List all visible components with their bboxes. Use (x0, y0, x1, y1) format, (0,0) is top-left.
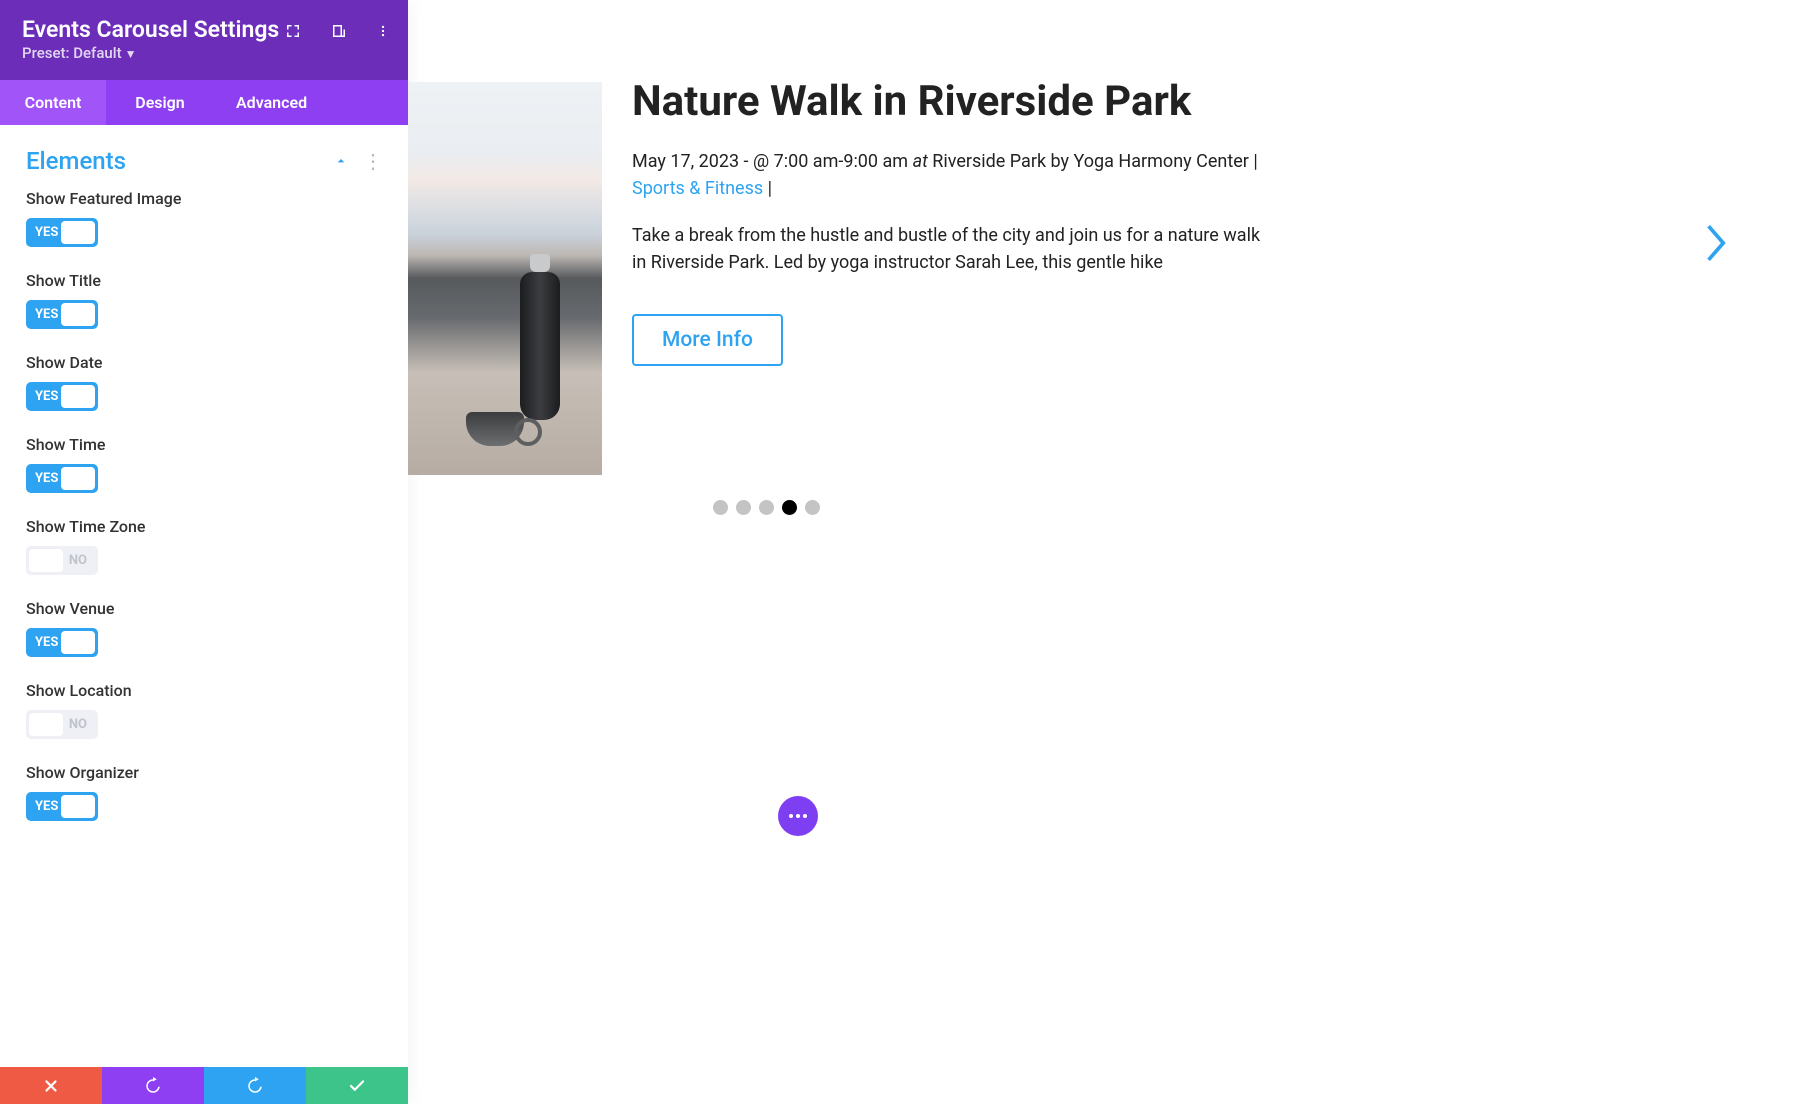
toggle-handle (61, 795, 95, 818)
carousel-dot-1[interactable] (736, 500, 751, 515)
toggle-text: NO (69, 717, 87, 732)
event-featured-image[interactable] (408, 82, 602, 475)
toggle-text: YES (35, 635, 58, 650)
setting-label: Show Organizer (26, 763, 382, 782)
meta-sep: - (744, 151, 753, 172)
setting-label: Show Time Zone (26, 517, 382, 536)
tab-content[interactable]: Content (0, 80, 106, 125)
toggle-text: YES (35, 225, 58, 240)
setting-show-date: Show Date YES (0, 353, 408, 435)
preview-area: Nature Walk in Riverside Park May 17, 20… (408, 0, 1800, 1104)
preset-dropdown[interactable]: Preset: Default▼ (22, 43, 386, 62)
toggle-handle (61, 221, 95, 244)
save-button[interactable] (306, 1067, 408, 1104)
section-header-elements[interactable]: Elements ⋮ (0, 125, 408, 189)
expand-icon[interactable] (284, 22, 302, 40)
event-time: @ 7:00 am-9:00 am (753, 151, 908, 172)
page-actions-button[interactable] (778, 796, 818, 836)
event-organizer: Yoga Harmony Center (1074, 151, 1249, 172)
carousel-dots (713, 500, 820, 515)
chevron-right-icon (1704, 222, 1730, 264)
dots-icon (803, 814, 807, 818)
check-icon (348, 1077, 366, 1095)
settings-sidebar: Events Carousel Settings Preset: Default… (0, 0, 408, 1104)
settings-body: Elements ⋮ Show Featured Image YES Show … (0, 125, 408, 1067)
toggle-show-time[interactable]: YES (26, 464, 98, 493)
tab-design[interactable]: Design (106, 80, 214, 125)
setting-label: Show Venue (26, 599, 382, 618)
setting-show-location: Show Location NO (0, 681, 408, 763)
event-date: May 17, 2023 (632, 151, 739, 172)
carousel-dot-3[interactable] (782, 500, 797, 515)
cancel-button[interactable] (0, 1067, 102, 1104)
toggle-handle (29, 713, 63, 736)
setting-show-time-zone: Show Time Zone NO (0, 517, 408, 599)
toggle-show-title[interactable]: YES (26, 300, 98, 329)
toggle-text: YES (35, 307, 58, 322)
toggle-text: YES (35, 471, 58, 486)
carousel-dot-0[interactable] (713, 500, 728, 515)
toggle-text: NO (69, 553, 87, 568)
toggle-show-time-zone[interactable]: NO (26, 546, 98, 575)
event-description: Take a break from the hustle and bustle … (632, 222, 1272, 276)
setting-show-title: Show Title YES (0, 271, 408, 353)
event-venue: Riverside Park (932, 151, 1046, 172)
toggle-handle (29, 549, 63, 572)
setting-show-featured-image: Show Featured Image YES (0, 189, 408, 271)
sidebar-header: Events Carousel Settings Preset: Default… (0, 0, 408, 80)
setting-show-time: Show Time YES (0, 435, 408, 517)
setting-show-venue: Show Venue YES (0, 599, 408, 681)
sidebar-footer (0, 1067, 408, 1104)
carousel-dot-4[interactable] (805, 500, 820, 515)
setting-label: Show Time (26, 435, 382, 454)
toggle-handle (61, 385, 95, 408)
toggle-handle (61, 467, 95, 490)
toggle-show-organizer[interactable]: YES (26, 792, 98, 821)
toggle-show-venue[interactable]: YES (26, 628, 98, 657)
toggle-text: YES (35, 799, 58, 814)
settings-tabs: Content Design Advanced (0, 80, 408, 125)
event-meta: May 17, 2023 - @ 7:00 am-9:00 am at Rive… (632, 148, 1272, 202)
toggle-text: YES (35, 389, 58, 404)
tab-advanced[interactable]: Advanced (214, 80, 408, 125)
carousel-dot-2[interactable] (759, 500, 774, 515)
chevron-up-icon[interactable] (333, 153, 349, 169)
more-info-button[interactable]: More Info (632, 314, 783, 366)
at-label: at (913, 151, 928, 172)
toggle-handle (61, 303, 95, 326)
event-content: Nature Walk in Riverside Park May 17, 20… (632, 78, 1272, 366)
redo-icon (246, 1077, 264, 1095)
event-title[interactable]: Nature Walk in Riverside Park (632, 78, 1272, 126)
close-icon (42, 1077, 60, 1095)
kebab-icon[interactable] (376, 22, 390, 40)
setting-show-organizer: Show Organizer YES (0, 763, 408, 845)
kebab-icon[interactable]: ⋮ (363, 149, 382, 173)
caret-down-icon: ▼ (125, 47, 137, 61)
setting-label: Show Featured Image (26, 189, 382, 208)
setting-label: Show Location (26, 681, 382, 700)
meta-sep: | (768, 178, 772, 199)
toggle-show-date[interactable]: YES (26, 382, 98, 411)
cup-graphic (466, 412, 524, 446)
dots-icon (796, 814, 800, 818)
responsive-icon[interactable] (330, 22, 348, 40)
bottle-graphic (520, 272, 560, 420)
toggle-show-location[interactable]: NO (26, 710, 98, 739)
setting-label: Show Date (26, 353, 382, 372)
dots-icon (789, 814, 793, 818)
event-category-link[interactable]: Sports & Fitness (632, 178, 763, 199)
toggle-handle (61, 631, 95, 654)
carousel-next-button[interactable] (1704, 222, 1730, 268)
meta-sep: | (1253, 151, 1257, 172)
undo-icon (144, 1077, 162, 1095)
toggle-show-featured-image[interactable]: YES (26, 218, 98, 247)
setting-label: Show Title (26, 271, 382, 290)
section-title: Elements (26, 147, 126, 175)
undo-button[interactable] (102, 1067, 204, 1104)
preset-label: Preset: Default (22, 44, 122, 62)
redo-button[interactable] (204, 1067, 306, 1104)
by-label: by (1051, 151, 1070, 172)
